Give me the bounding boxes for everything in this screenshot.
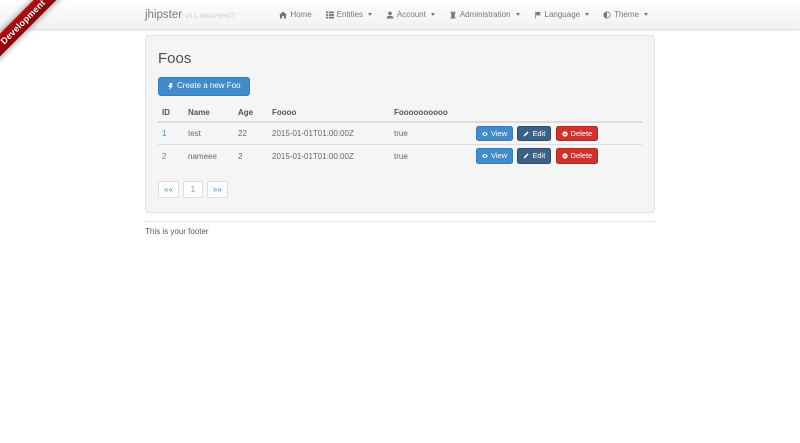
nav-item-language[interactable]: Language xyxy=(527,0,597,29)
brand[interactable]: jhipster v0.1-SNAPSHOT xyxy=(145,9,235,21)
pagination-last-button[interactable]: »» xyxy=(207,181,228,198)
user-icon xyxy=(386,11,394,19)
tower-icon xyxy=(449,11,457,19)
cell-age: 22 xyxy=(234,122,268,145)
nav-item-label: Language xyxy=(545,10,581,19)
table-row: 2 nameee 2 2015-01-01T01:00:00Z true Vie… xyxy=(158,145,642,167)
pagination: «« 1 »» xyxy=(158,181,642,198)
pagination-first-button[interactable]: «« xyxy=(158,181,179,198)
flag-icon xyxy=(534,11,542,19)
row-id-link[interactable]: 2 xyxy=(162,152,166,161)
chevron-down-icon xyxy=(585,13,589,16)
view-label: View xyxy=(491,151,507,161)
footer-divider xyxy=(145,221,655,222)
col-header-foo10[interactable]: Foooooooooo xyxy=(390,104,472,122)
row-id-link[interactable]: 1 xyxy=(162,129,166,138)
delete-label: Delete xyxy=(571,151,593,161)
view-button[interactable]: View xyxy=(476,148,513,164)
footer-text: This is your footer xyxy=(145,227,655,236)
create-foo-label: Create a new Foo xyxy=(177,81,241,91)
nav-menu: Home Entities Account Admi xyxy=(272,0,655,29)
adjust-icon xyxy=(603,11,611,19)
cell-foooo: 2015-01-01T01:00:00Z xyxy=(268,145,390,167)
foos-panel: Foos Create a new Foo ID Name Age Foooo … xyxy=(145,35,655,213)
brand-version: v0.1-SNAPSHOT xyxy=(185,13,235,20)
edit-label: Edit xyxy=(532,151,545,161)
th-list-icon xyxy=(326,11,334,19)
flash-icon xyxy=(167,83,174,90)
cell-foooo: 2015-01-01T01:00:00Z xyxy=(268,122,390,145)
home-icon xyxy=(279,11,287,19)
nav-item-administration[interactable]: Administration xyxy=(442,0,527,29)
chevron-down-icon xyxy=(516,13,520,16)
view-button[interactable]: View xyxy=(476,126,513,142)
pagination-page-1[interactable]: 1 xyxy=(183,181,203,198)
edit-button[interactable]: Edit xyxy=(517,148,551,164)
nav-item-label: Home xyxy=(290,10,311,19)
nav-item-entities[interactable]: Entities xyxy=(319,0,379,29)
table-header-row: ID Name Age Foooo Foooooooooo xyxy=(158,104,642,122)
delete-button[interactable]: Delete xyxy=(556,148,599,164)
nav-item-label: Entities xyxy=(337,10,363,19)
cell-name: nameee xyxy=(184,145,234,167)
col-header-name[interactable]: Name xyxy=(184,104,234,122)
nav-item-label: Account xyxy=(397,10,426,19)
cell-age: 2 xyxy=(234,145,268,167)
main-content: Foos Create a new Foo ID Name Age Foooo … xyxy=(145,30,655,236)
view-label: View xyxy=(491,129,507,139)
nav-item-home[interactable]: Home xyxy=(272,0,318,29)
delete-button[interactable]: Delete xyxy=(556,126,599,142)
remove-circle-icon xyxy=(562,153,568,159)
chevron-down-icon xyxy=(644,13,648,16)
cell-foo10: true xyxy=(390,122,472,145)
col-header-id[interactable]: ID xyxy=(158,104,184,122)
chevron-down-icon xyxy=(368,13,372,16)
delete-label: Delete xyxy=(571,129,593,139)
eye-icon xyxy=(482,131,488,137)
chevron-down-icon xyxy=(431,13,435,16)
cell-name: test xyxy=(184,122,234,145)
table-row: 1 test 22 2015-01-01T01:00:00Z true View… xyxy=(158,122,642,145)
page-title: Foos xyxy=(158,50,642,67)
eye-icon xyxy=(482,153,488,159)
nav-item-account[interactable]: Account xyxy=(379,0,442,29)
remove-circle-icon xyxy=(562,131,568,137)
navbar: jhipster v0.1-SNAPSHOT Home Entities xyxy=(0,0,800,30)
cell-foo10: true xyxy=(390,145,472,167)
pencil-icon xyxy=(523,153,529,159)
brand-name: jhipster xyxy=(145,9,182,21)
foos-table: ID Name Age Foooo Foooooooooo 1 test 22 … xyxy=(158,104,642,168)
col-header-actions xyxy=(472,104,642,122)
nav-item-theme[interactable]: Theme xyxy=(596,0,655,29)
edit-label: Edit xyxy=(532,129,545,139)
nav-item-label: Administration xyxy=(460,10,511,19)
nav-item-label: Theme xyxy=(614,10,639,19)
pencil-icon xyxy=(523,131,529,137)
create-foo-button[interactable]: Create a new Foo xyxy=(158,77,250,95)
col-header-age[interactable]: Age xyxy=(234,104,268,122)
edit-button[interactable]: Edit xyxy=(517,126,551,142)
col-header-foooo[interactable]: Foooo xyxy=(268,104,390,122)
